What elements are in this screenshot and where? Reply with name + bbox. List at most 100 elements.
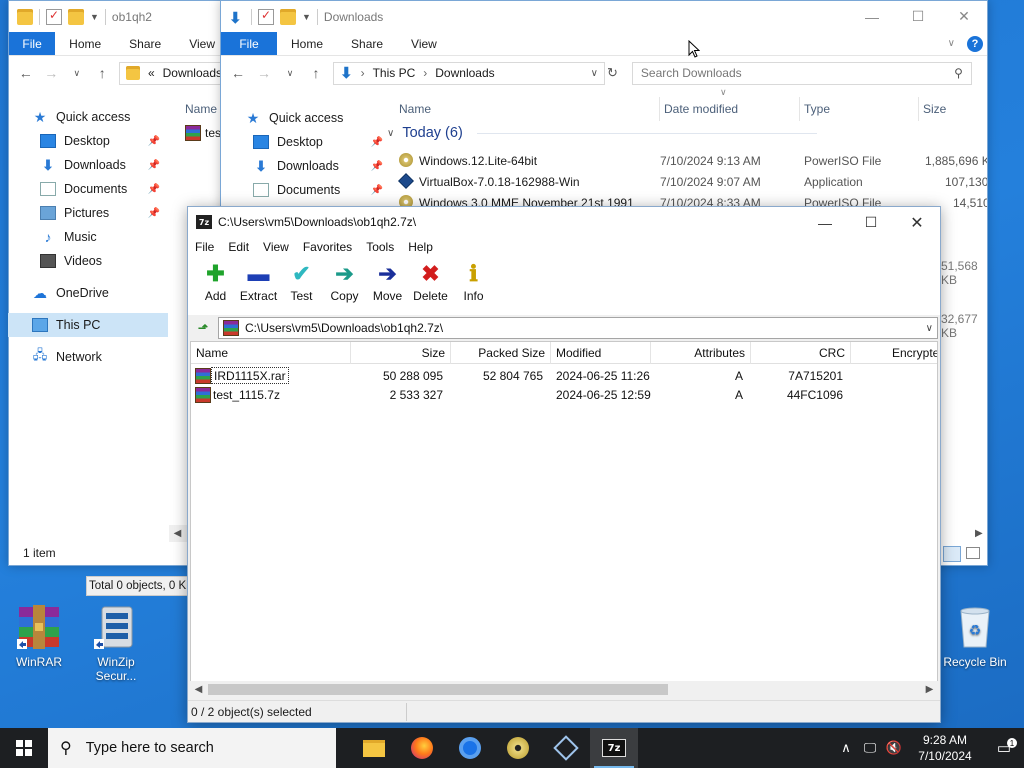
breadcrumb-this-pc[interactable]: This PC <box>373 66 416 80</box>
nav-item-onedrive[interactable]: ☁ OneDrive <box>8 281 168 305</box>
address-bar[interactable]: « Downloads <box>119 61 229 85</box>
minimize-icon[interactable]: — <box>802 207 848 238</box>
path-dropdown-icon[interactable]: ∨ <box>926 323 933 334</box>
nav-item-quick-access[interactable]: ★ Quick access <box>221 106 391 130</box>
taskbar-poweriso[interactable] <box>494 728 542 768</box>
column-header-packed-size[interactable]: Packed Size <box>451 342 551 364</box>
column-header-attributes[interactable]: Attributes <box>651 342 751 364</box>
path-input[interactable]: C:\Users\vm5\Downloads\ob1qh2.7z\ ∨ <box>218 317 938 339</box>
volume-muted-icon[interactable]: 🔇 <box>882 740 906 756</box>
scroll-thumb[interactable] <box>208 684 668 695</box>
back-arrow-icon[interactable]: ← <box>17 65 35 81</box>
taskbar-firefox[interactable] <box>398 728 446 768</box>
desktop-icon-winrar[interactable]: WinRAR <box>1 603 77 669</box>
nav-item-quick-access[interactable]: ★ Quick access <box>8 105 168 129</box>
large-icons-view-icon[interactable] <box>966 547 980 559</box>
menu-help[interactable]: Help <box>401 240 440 254</box>
table-row[interactable]: test_1115.7z 2 533 327 2024-06-25 12:59 … <box>191 385 937 404</box>
properties-icon[interactable] <box>46 8 62 25</box>
search-box[interactable]: Search Downloads ⚲ <box>631 61 972 85</box>
column-header-type[interactable]: Type <box>799 97 830 121</box>
start-button[interactable] <box>0 728 48 768</box>
pin-icon[interactable]: 📌 <box>371 137 383 148</box>
parent-folder-icon[interactable]: ⬏ <box>192 317 214 339</box>
tab-home[interactable]: Home <box>277 32 337 55</box>
column-header-size[interactable]: Size <box>918 97 946 121</box>
test-button[interactable]: ✔ Test <box>280 257 323 315</box>
nav-item-documents[interactable]: Documents 📌 <box>8 177 168 201</box>
pin-icon[interactable]: 📌 <box>148 136 160 147</box>
menu-edit[interactable]: Edit <box>221 240 256 254</box>
nav-item-desktop[interactable]: Desktop 📌 <box>8 129 168 153</box>
tab-view[interactable]: View <box>397 32 451 55</box>
new-folder-icon[interactable] <box>68 8 84 25</box>
address-bar[interactable]: ⬇ › This PC › Downloads ∨ <box>333 61 605 85</box>
forward-arrow-icon[interactable]: → <box>43 65 61 81</box>
column-header-name[interactable]: Name <box>399 97 431 121</box>
properties-icon[interactable] <box>258 8 274 25</box>
taskbar-search[interactable]: ⚲ Type here to search <box>48 728 336 768</box>
file-row[interactable]: VirtualBox-7.0.18-162988-Win 7/10/2024 9… <box>398 171 987 192</box>
nav-item-documents[interactable]: Documents 📌 <box>221 178 391 202</box>
menu-favorites[interactable]: Favorites <box>296 240 359 254</box>
up-arrow-icon[interactable]: ↑ <box>94 65 112 81</box>
desktop-icon-winzip[interactable]: WinZip Secur... <box>78 603 154 683</box>
nav-item-downloads[interactable]: ⬇ Downloads 📌 <box>221 154 391 178</box>
maximize-icon[interactable]: ☐ <box>895 1 941 32</box>
delete-button[interactable]: ✖ Delete <box>409 257 452 315</box>
column-header-encrypted[interactable]: Encrypted <box>851 342 937 364</box>
tab-file[interactable]: File <box>221 32 277 55</box>
expand-ribbon-icon[interactable]: ∨ <box>948 32 955 55</box>
menu-tools[interactable]: Tools <box>359 240 401 254</box>
add-button[interactable]: ✚ Add <box>194 257 237 315</box>
column-header-crc[interactable]: CRC <box>751 342 851 364</box>
scroll-right-icon[interactable]: ▶ <box>975 528 983 539</box>
column-header-name[interactable]: Name <box>191 342 351 364</box>
tab-home[interactable]: Home <box>55 32 115 55</box>
new-folder-icon[interactable] <box>280 8 296 25</box>
notification-center-icon[interactable]: ▭ 1 <box>984 738 1024 757</box>
nav-item-music[interactable]: ♪ Music <box>8 225 168 249</box>
refresh-icon[interactable]: ↻ <box>607 65 618 81</box>
table-row[interactable]: IRD1115X.rar 50 288 095 52 804 765 2024-… <box>191 366 937 385</box>
details-view-icon[interactable] <box>943 546 961 562</box>
file-row[interactable]: test <box>185 122 225 143</box>
help-icon[interactable]: ? <box>967 36 983 52</box>
recent-locations-icon[interactable]: ∨ <box>68 68 86 79</box>
pin-icon[interactable]: 📌 <box>371 185 383 196</box>
taskbar-file-explorer[interactable] <box>350 728 398 768</box>
copy-button[interactable]: ➔ Copy <box>323 257 366 315</box>
nav-item-downloads[interactable]: ⬇ Downloads 📌 <box>8 153 168 177</box>
maximize-icon[interactable]: ☐ <box>848 207 894 238</box>
nav-item-this-pc[interactable]: This PC <box>8 313 168 337</box>
column-header-name[interactable]: Name <box>185 97 217 121</box>
file-list[interactable]: Name Size Packed Size Modified Attribute… <box>190 341 938 691</box>
network-status-icon[interactable]: 🖵 <box>858 740 882 756</box>
up-arrow-icon[interactable]: ↑ <box>307 65 325 81</box>
pin-icon[interactable]: 📌 <box>148 184 160 195</box>
minimize-icon[interactable]: — <box>849 1 895 32</box>
tab-file[interactable]: File <box>9 32 56 55</box>
pin-icon[interactable]: 📌 <box>148 208 160 219</box>
back-arrow-icon[interactable]: ← <box>229 65 247 81</box>
tab-share[interactable]: Share <box>337 32 397 55</box>
search-input[interactable]: Search Downloads <box>641 66 742 80</box>
move-button[interactable]: ➔ Move <box>366 257 409 315</box>
path-text[interactable]: C:\Users\vm5\Downloads\ob1qh2.7z\ <box>245 321 443 335</box>
desktop-icon-recycle-bin[interactable]: ♻ Recycle Bin <box>937 603 1013 669</box>
group-header-today[interactable]: ∨ Today (6) <box>387 125 817 141</box>
nav-item-desktop[interactable]: Desktop 📌 <box>221 130 391 154</box>
breadcrumb-downloads[interactable]: Downloads <box>435 66 494 80</box>
scroll-left-icon[interactable]: ◀ <box>190 681 207 698</box>
extract-button[interactable]: ▬ Extract <box>237 257 280 315</box>
sevenzip-window[interactable]: 7z C:\Users\vm5\Downloads\ob1qh2.7z\ — ☐… <box>187 206 941 723</box>
pin-icon[interactable]: 📌 <box>148 160 160 171</box>
nav-item-network[interactable]: 🖧 Network <box>8 345 168 369</box>
pin-icon[interactable]: 📌 <box>371 161 383 172</box>
menu-view[interactable]: View <box>256 240 296 254</box>
collapse-icon[interactable]: ∨ <box>387 128 394 139</box>
recent-locations-icon[interactable]: ∨ <box>281 68 299 79</box>
nav-item-pictures[interactable]: Pictures 📌 <box>8 201 168 225</box>
forward-arrow-icon[interactable]: → <box>255 65 273 81</box>
info-button[interactable]: ℹ Info <box>452 257 495 315</box>
